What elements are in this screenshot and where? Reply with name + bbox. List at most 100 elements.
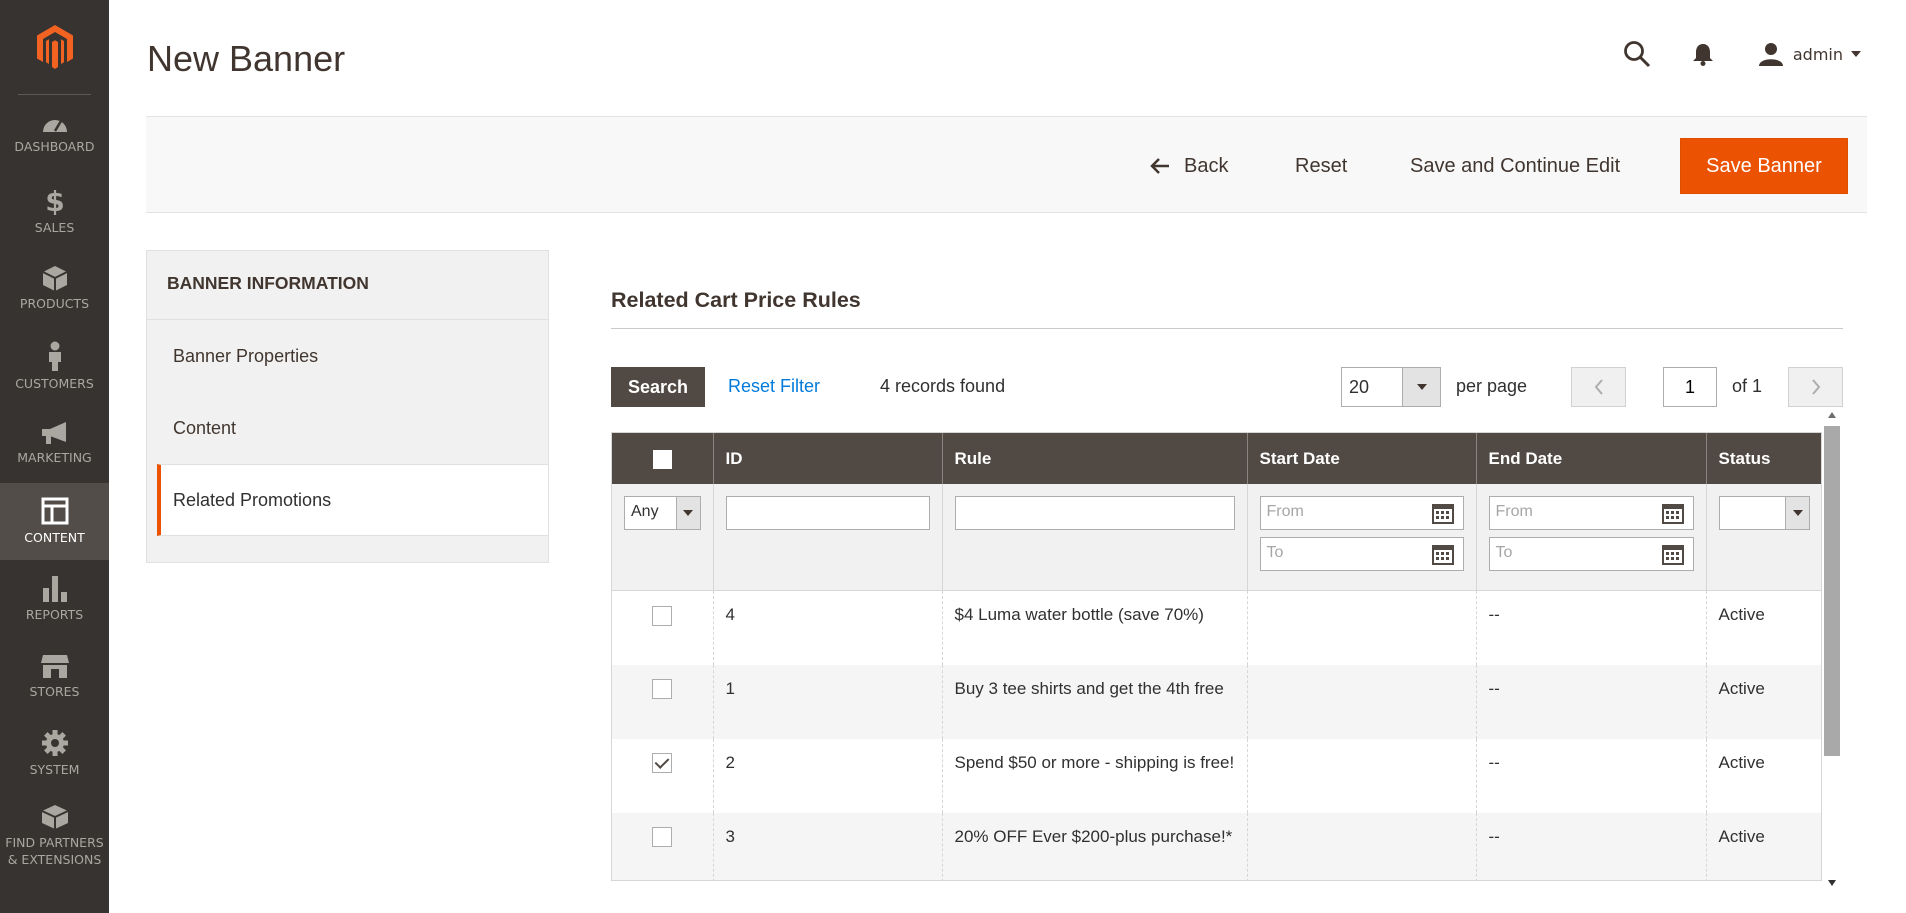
grid-scrollbar[interactable] [1822, 410, 1842, 893]
cell-status: Active [1705, 738, 1821, 813]
menu-find-partners[interactable]: FIND PARTNERS & EXTENSIONS [0, 793, 109, 879]
global-search-button[interactable] [1619, 36, 1655, 72]
cell-rule: 20% OFF Ever $200-plus purchase!* [941, 812, 1247, 880]
calendar-icon[interactable] [1431, 542, 1455, 566]
filter-in-products-select[interactable]: Any [624, 496, 701, 530]
filter-end-to-input[interactable]: To [1488, 537, 1694, 571]
calendar-icon[interactable] [1431, 501, 1455, 525]
menu-stores[interactable]: STORES [0, 638, 109, 716]
scroll-down-icon[interactable] [1828, 880, 1836, 886]
cell-start-date [1246, 812, 1476, 880]
cell-id: 1 [712, 664, 942, 739]
menu-dashboard[interactable]: DASHBOARD [0, 95, 109, 173]
magento-logo-icon [36, 25, 73, 69]
megaphone-icon [41, 422, 66, 445]
scroll-up-icon[interactable] [1828, 412, 1836, 418]
chevron-down-icon [1785, 497, 1809, 529]
banner-info-tabs: BANNER INFORMATION Banner Properties Con… [146, 250, 549, 563]
cell-start-date [1246, 664, 1476, 739]
filter-id-cell [712, 484, 942, 591]
table-row[interactable]: 3 20% OFF Ever $200-plus purchase!* -- A… [612, 812, 1821, 880]
tab-banner-properties[interactable]: Banner Properties [147, 320, 548, 392]
page-actions-toolbar: Back Reset Save and Continue Edit Save B… [146, 116, 1867, 213]
row-checkbox[interactable] [652, 753, 673, 774]
row-checkbox[interactable] [652, 679, 673, 700]
cell-rule: $4 Luma water bottle (save 70%) [941, 590, 1247, 665]
save-banner-button[interactable]: Save Banner [1680, 138, 1848, 194]
magento-logo[interactable] [18, 0, 91, 95]
menu-reports[interactable]: REPORTS [0, 560, 109, 638]
chevron-down-icon [1402, 368, 1440, 406]
table-row[interactable]: 1 Buy 3 tee shirts and get the 4th free … [612, 664, 1821, 739]
per-page-label: per page [1456, 376, 1528, 396]
menu-sales[interactable]: $ SALES [0, 173, 109, 251]
section-title: Related Cart Price Rules [611, 288, 861, 312]
menu-label: CUSTOMERS [15, 375, 94, 391]
menu-content[interactable]: CONTENT [0, 482, 109, 560]
menu-label: MARKETING [17, 450, 92, 466]
column-header-end-date[interactable]: End Date [1475, 433, 1706, 484]
cell-rule: Buy 3 tee shirts and get the 4th free [941, 664, 1247, 739]
column-header-rule[interactable]: Rule [941, 433, 1247, 484]
person-icon [48, 341, 61, 371]
chevron-right-icon [1811, 379, 1820, 395]
notifications-button[interactable] [1685, 36, 1721, 72]
filter-end-from-input[interactable]: From [1488, 496, 1694, 530]
reset-button[interactable]: Reset [1295, 138, 1347, 194]
admin-menu: DASHBOARD $ SALES PRODUCTS CUSTOMERS MAR… [0, 0, 109, 913]
filter-start-to-input[interactable]: To [1259, 537, 1464, 571]
filter-id-input[interactable] [725, 496, 930, 530]
menu-customers[interactable]: CUSTOMERS [0, 328, 109, 406]
per-page-select[interactable]: 20 [1341, 367, 1441, 407]
records-count: 4 records found [880, 376, 1006, 396]
admin-username: admin [1792, 44, 1843, 64]
filter-rule-input[interactable] [954, 496, 1235, 530]
per-page-value: 20 [1349, 376, 1370, 397]
table-row[interactable]: 4 $4 Luma water bottle (save 70%) -- Act… [612, 590, 1821, 665]
previous-page-button[interactable] [1571, 367, 1626, 407]
bell-icon [1692, 44, 1713, 66]
row-select-cell [612, 812, 713, 880]
admin-user-menu[interactable]: admin [1758, 42, 1861, 66]
filter-any-value: Any [631, 503, 659, 520]
scroll-thumb[interactable] [1824, 426, 1840, 756]
column-header-start-date[interactable]: Start Date [1246, 433, 1476, 484]
row-checkbox[interactable] [652, 605, 673, 626]
calendar-icon[interactable] [1661, 501, 1685, 525]
search-icon [1623, 41, 1650, 68]
column-header-id[interactable]: ID [712, 433, 942, 484]
chevron-down-icon [675, 497, 700, 529]
menu-products[interactable]: PRODUCTS [0, 250, 109, 328]
menu-system[interactable]: SYSTEM [0, 715, 109, 793]
filter-status-select[interactable] [1718, 496, 1810, 530]
tab-related-promotions[interactable]: Related Promotions [157, 464, 548, 536]
dashboard-icon [42, 120, 67, 133]
filter-start-from-input[interactable]: From [1259, 496, 1464, 530]
page-total: of 1 [1732, 376, 1763, 396]
menu-label: CONTENT [24, 529, 85, 545]
next-page-button[interactable] [1788, 367, 1843, 407]
cell-status: Active [1705, 590, 1821, 665]
table-row[interactable]: 2 Spend $50 or more - shipping is free! … [612, 738, 1821, 813]
row-checkbox[interactable] [652, 827, 673, 848]
search-button[interactable]: Search [611, 367, 705, 407]
grid-table: ID Rule Start Date End Date Status Any F… [612, 433, 1821, 880]
back-button[interactable]: Back [1150, 138, 1228, 194]
tab-content[interactable]: Content [147, 392, 548, 464]
start-from-placeholder: From [1266, 503, 1304, 520]
select-all-checkbox[interactable] [652, 449, 672, 469]
blocks-icon [41, 804, 68, 829]
bar-chart-icon [42, 576, 67, 603]
save-and-continue-button[interactable]: Save and Continue Edit [1410, 138, 1620, 194]
filter-select-cell: Any [612, 484, 713, 591]
menu-marketing[interactable]: MARKETING [0, 405, 109, 483]
calendar-icon[interactable] [1661, 542, 1685, 566]
column-header-status[interactable]: Status [1705, 433, 1821, 484]
chevron-left-icon [1594, 379, 1603, 395]
cell-start-date [1246, 738, 1476, 813]
cell-id: 3 [712, 812, 942, 880]
grid-header-row: ID Rule Start Date End Date Status [612, 433, 1821, 484]
end-to-placeholder: To [1495, 544, 1513, 561]
reset-filter-link[interactable]: Reset Filter [728, 376, 820, 397]
page-number-input[interactable] [1663, 367, 1717, 407]
